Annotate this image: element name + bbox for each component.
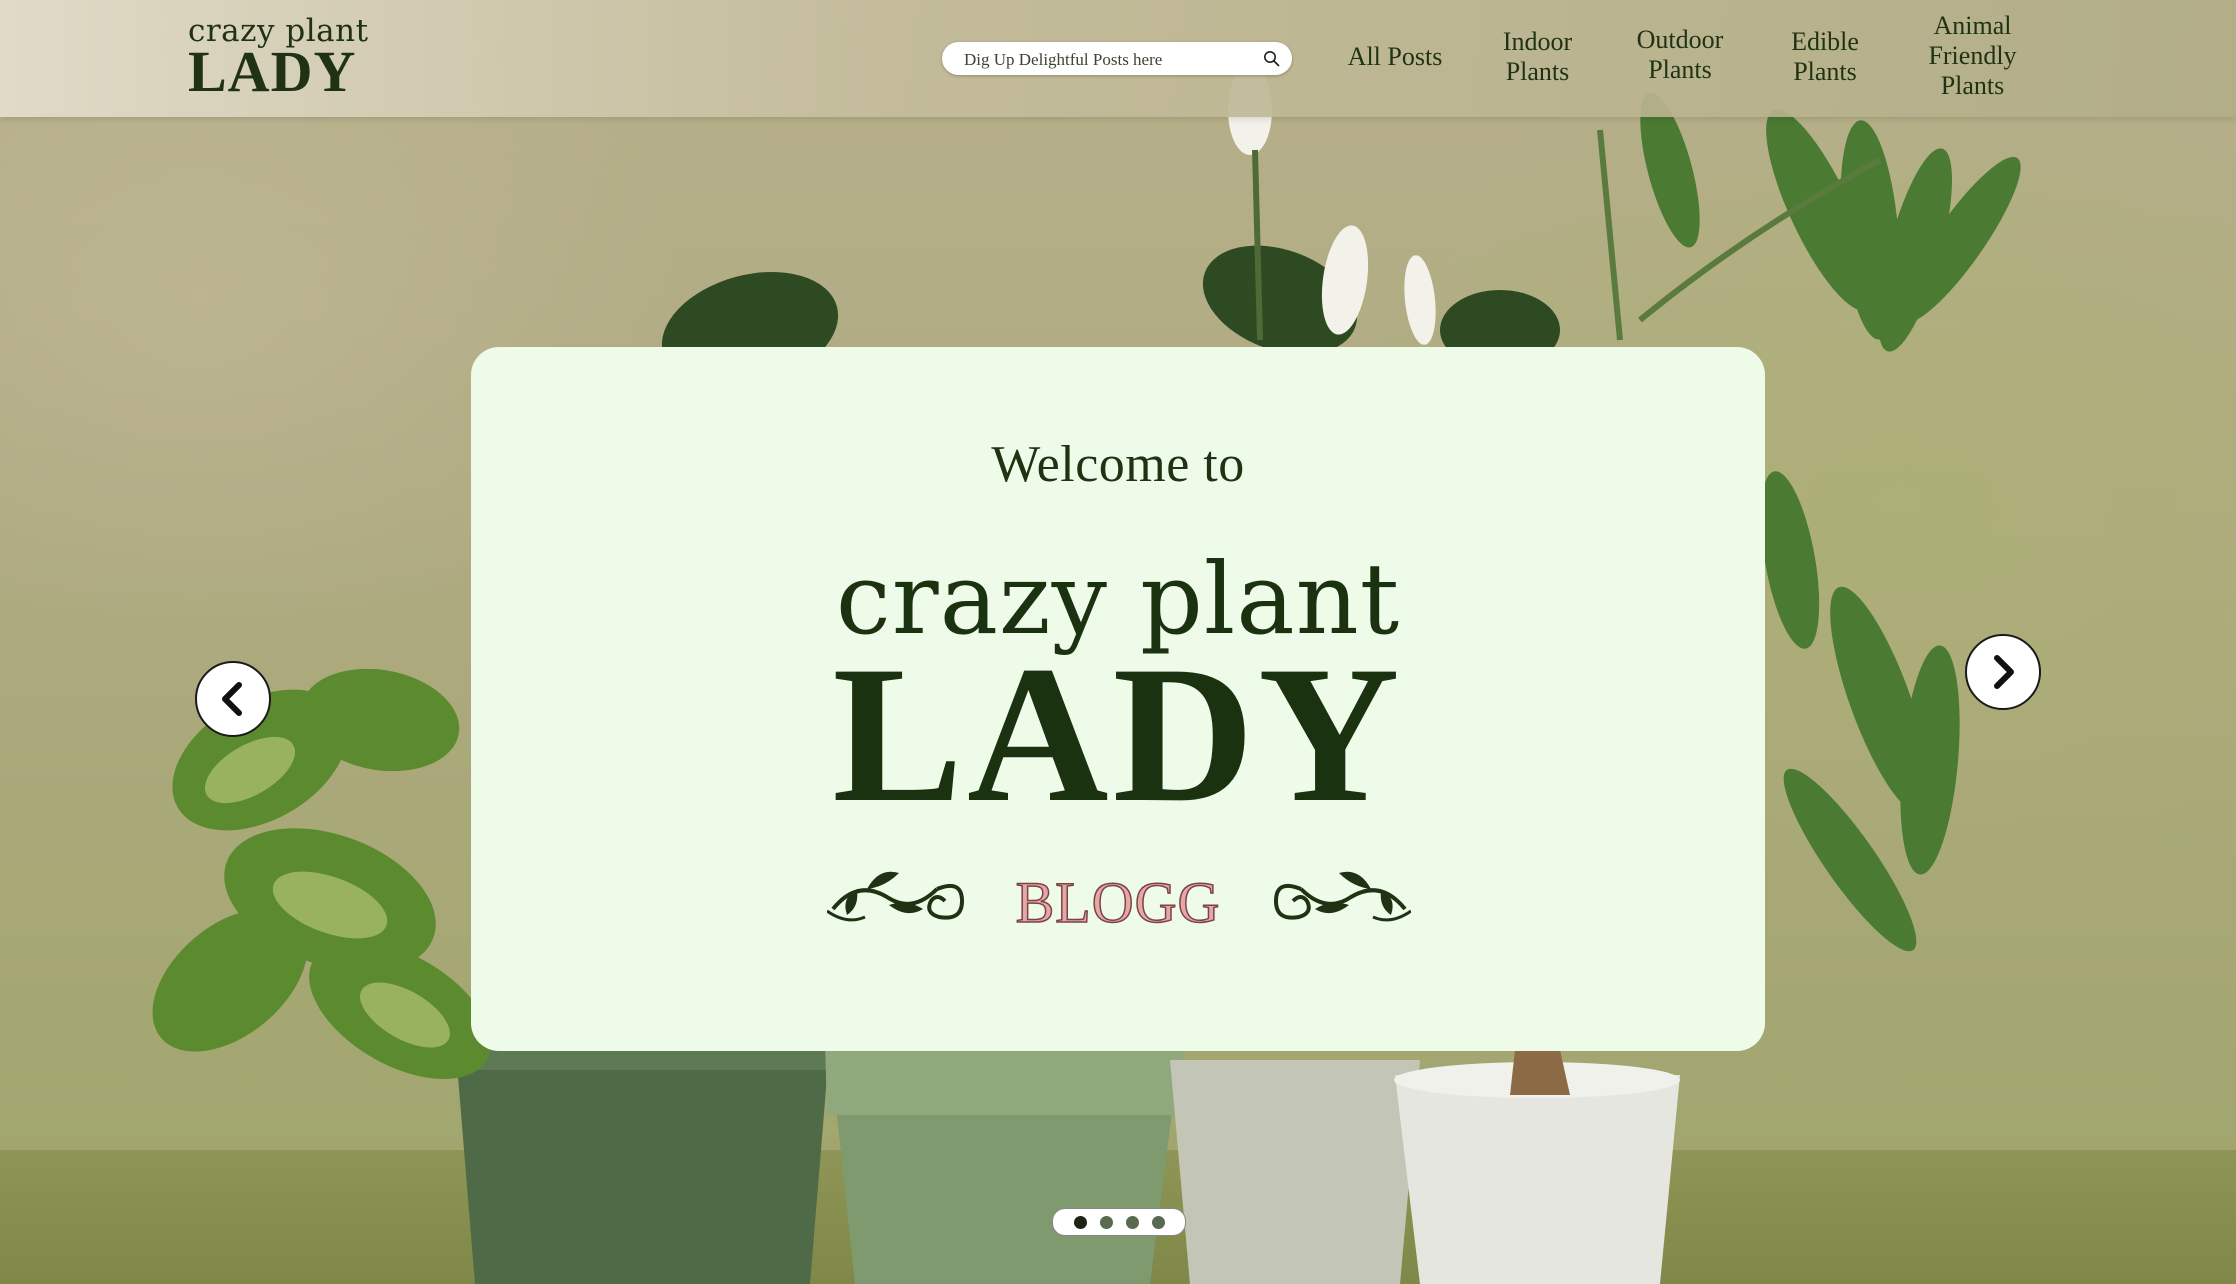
site-logo[interactable]: crazy plant LADY (188, 16, 369, 101)
carousel-dot-3[interactable] (1125, 1215, 1139, 1229)
nav-animal-friendly-plants[interactable]: Animal Friendly Plants (1910, 11, 2035, 101)
hero-card: Welcome to crazy plant LADY BLOGG (471, 347, 1765, 1051)
chevron-left-icon (222, 682, 242, 716)
right-flourish-ornament (1273, 871, 1411, 922)
carousel-next-button[interactable] (1965, 634, 2041, 710)
nav-all-posts[interactable]: All Posts (1340, 42, 1450, 72)
nav-edible-plants[interactable]: Edible Plants (1770, 27, 1880, 87)
search-icon[interactable] (1263, 50, 1280, 67)
search-input[interactable] (962, 46, 1256, 73)
nav-outdoor-plants[interactable]: Outdoor Plants (1625, 25, 1735, 85)
carousel-dot-1[interactable] (1073, 1215, 1087, 1229)
carousel-prev-button[interactable] (195, 661, 271, 737)
carousel-dot-4[interactable] (1151, 1215, 1165, 1229)
blogg-subtitle: BLOGG (1015, 869, 1221, 936)
chevron-right-icon (1994, 655, 2014, 689)
site-header: crazy plant LADY All Posts Indoor Plants… (0, 0, 2236, 117)
nav-indoor-plants[interactable]: Indoor Plants (1480, 27, 1595, 87)
carousel-dot-2[interactable] (1099, 1215, 1113, 1229)
carousel-pagination (1052, 1208, 1186, 1236)
search-bar (942, 42, 1292, 75)
hero-welcome-text: Welcome to (991, 436, 1245, 493)
hero-title-bottom: LADY (832, 626, 1404, 843)
logo-bottom-text: LADY (188, 39, 357, 104)
